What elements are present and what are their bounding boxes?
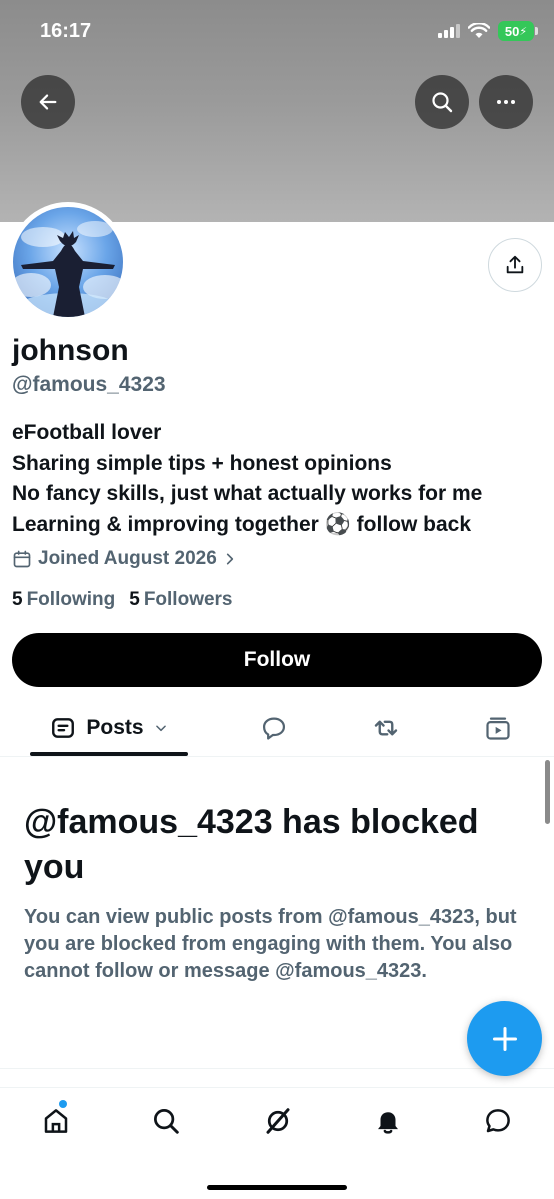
blocked-title: @famous_4323 has blocked you — [24, 803, 479, 886]
home-indicator — [207, 1185, 347, 1190]
blocked-message: You can view public posts from @famous_4… — [24, 906, 517, 982]
bio-line: Learning & improving together ⚽ follow b… — [12, 512, 472, 536]
grok-icon — [266, 1108, 290, 1134]
tab-media[interactable] — [474, 700, 522, 756]
bottom-nav — [0, 1088, 554, 1154]
nav-grok[interactable] — [261, 1104, 295, 1138]
posts-icon — [52, 718, 75, 738]
media-icon — [486, 717, 510, 740]
arrow-left-icon — [39, 94, 57, 110]
more-options-button[interactable] — [479, 75, 533, 129]
nav-home[interactable] — [39, 1100, 73, 1138]
avatar-image — [13, 207, 123, 317]
share-icon — [506, 255, 524, 274]
nav-explore[interactable] — [149, 1104, 183, 1138]
bio-line: eFootball lover — [12, 421, 162, 444]
followers-link[interactable]: 5 Followers — [129, 589, 232, 611]
back-button[interactable] — [21, 75, 75, 129]
battery-level: 50 — [504, 23, 520, 39]
active-tab-indicator — [30, 752, 188, 756]
compose-button[interactable] — [467, 1001, 542, 1076]
tab-reposts[interactable] — [362, 700, 410, 756]
tab-posts-label: Posts — [86, 716, 144, 739]
profile-name: johnson — [12, 334, 129, 367]
follow-stats: 5 Following 5 Followers — [12, 589, 233, 611]
reply-icon — [262, 717, 286, 740]
following-link[interactable]: 5 Following — [12, 589, 115, 611]
chevron-down-icon — [155, 725, 166, 732]
followers-label: Followers — [143, 589, 233, 610]
nav-messages[interactable] — [481, 1104, 515, 1138]
repost-icon — [374, 720, 398, 736]
chat-icon — [486, 1109, 510, 1133]
following-label: Following — [26, 589, 116, 610]
profile-bio: eFootball lover Sharing simple tips + ho… — [12, 418, 542, 540]
status-icons: 50 ⚡ — [438, 21, 538, 41]
share-profile-button[interactable] — [488, 238, 542, 292]
bio-line: No fancy skills, just what actually work… — [12, 482, 483, 505]
followers-count: 5 — [129, 589, 140, 610]
search-icon — [154, 1109, 179, 1134]
tab-posts[interactable]: Posts — [30, 700, 188, 756]
chevron-right-icon — [226, 553, 233, 565]
wifi-icon — [468, 23, 490, 38]
search-button[interactable] — [415, 75, 469, 129]
bell-icon — [378, 1112, 398, 1134]
home-notification-dot — [59, 1100, 67, 1108]
scrollbar[interactable] — [545, 760, 550, 824]
divider — [0, 1068, 554, 1069]
signal-icon — [438, 24, 460, 38]
avatar[interactable] — [8, 202, 128, 322]
profile-tabs: Posts — [0, 700, 554, 757]
profile-handle: @famous_4323 — [12, 373, 166, 396]
tab-replies[interactable] — [250, 700, 298, 756]
following-count: 5 — [12, 589, 23, 610]
battery-icon: 50 ⚡ — [498, 21, 538, 41]
home-icon — [44, 1109, 68, 1133]
calendar-icon — [13, 550, 31, 568]
joined-label: Joined August 2026 — [38, 548, 217, 569]
more-horizontal-icon — [497, 100, 515, 104]
nav-notifications[interactable] — [371, 1104, 405, 1138]
joined-date[interactable]: Joined August 2026 — [12, 548, 237, 570]
plus-icon — [492, 1026, 517, 1051]
status-time: 16:17 — [40, 20, 92, 42]
bio-line: Sharing simple tips + honest opinions — [12, 451, 392, 475]
follow-button[interactable]: Follow — [12, 633, 542, 687]
search-icon — [432, 92, 453, 113]
